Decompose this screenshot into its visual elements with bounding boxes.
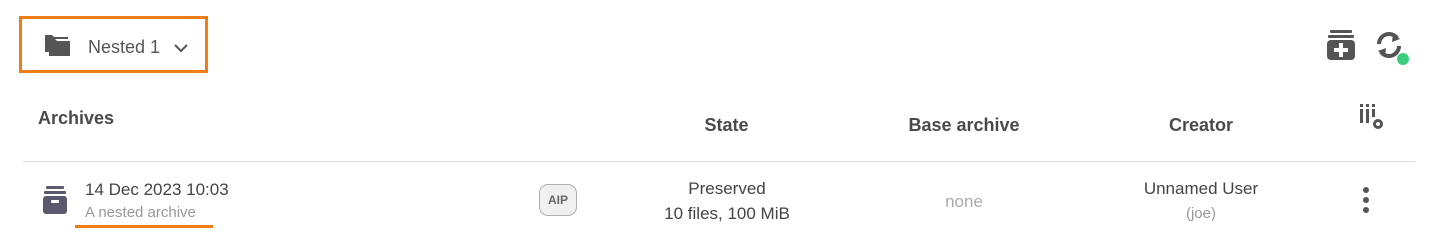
more-vertical-icon[interactable] <box>1362 186 1370 219</box>
base-archive-value: none <box>945 192 983 211</box>
chevron-down-icon <box>174 40 188 58</box>
archive-box-icon <box>43 186 67 219</box>
archive-size: 10 files, 100 MiB <box>664 204 790 223</box>
dataset-name: Nested 1 <box>88 37 161 57</box>
header-archives: Archives <box>38 108 115 128</box>
dataset-selector[interactable]: Nested 1 <box>19 16 208 73</box>
aip-badge: AIP <box>539 184 577 216</box>
header-creator: Creator <box>1168 115 1234 135</box>
archive-comment: A nested archive <box>85 204 196 221</box>
sync-status-dot <box>1397 53 1409 65</box>
archive-date[interactable]: 14 Dec 2023 10:03 <box>85 180 229 200</box>
creator-username: (joe) <box>1185 205 1216 222</box>
header-state: State <box>704 115 749 135</box>
column-settings-icon[interactable] <box>1357 102 1387 137</box>
creator-name: Unnamed User <box>1143 179 1259 198</box>
folder-stack-icon <box>45 35 72 61</box>
comment-highlight <box>75 225 213 228</box>
create-archive-button[interactable] <box>1327 30 1355 65</box>
table-row[interactable]: 14 Dec 2023 10:03 A nested archive AIP P… <box>0 162 1453 251</box>
header-base-archive: Base archive <box>908 115 1020 135</box>
archive-state: Preserved <box>688 179 766 198</box>
